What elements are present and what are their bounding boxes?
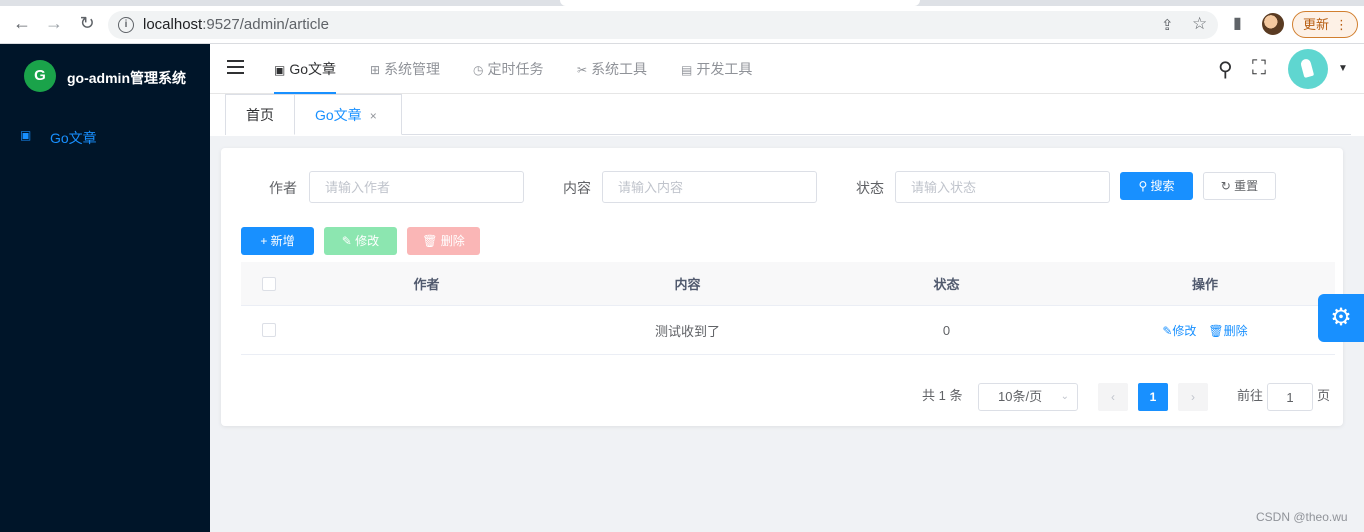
row-select-cell [241, 306, 296, 354]
page-number-1[interactable]: 1 [1138, 383, 1168, 411]
share-icon[interactable]: ⇪ [1161, 16, 1174, 34]
row-edit-link[interactable]: ✎修改 [1162, 322, 1196, 339]
status-input[interactable] [895, 171, 1110, 203]
top-menu-system-management[interactable]: ⊞ 系统管理 [370, 44, 440, 94]
clock-icon: ◷ [473, 63, 484, 77]
delete-button[interactable]: 🗑 删除 [407, 227, 480, 255]
chevron-down-icon: ⌄ [1060, 391, 1069, 402]
system-title: go-admin管理系统 [67, 70, 186, 86]
sidebar-item-go-article[interactable]: ▣ Go文章 [0, 124, 210, 150]
tag-label: 首页 [246, 107, 274, 123]
top-navbar: ▣ Go文章 ⊞ 系统管理 ◷ 定时任务 ✂ 系统工具 ▤ 开发工具 ⚲ ⛶ ▼ [210, 44, 1364, 94]
top-menu-label: 系统工具 [591, 61, 648, 77]
select-all-cell [241, 262, 296, 305]
bookmark-star-icon[interactable]: ☆ [1192, 14, 1207, 34]
add-button[interactable]: + 新增 [241, 227, 314, 255]
logo-icon: G [24, 60, 56, 92]
back-icon[interactable]: ← [13, 14, 31, 32]
chevron-down-icon[interactable]: ▼ [1338, 63, 1348, 74]
fullscreen-icon[interactable]: ⛶ [1252, 57, 1266, 80]
profile-avatar[interactable] [1262, 13, 1284, 35]
page-size-select[interactable]: 10条/页 ⌄ [978, 383, 1078, 411]
content-label: 内容 [563, 180, 591, 196]
column-header-status: 状态 [933, 277, 960, 292]
update-button[interactable]: 更新 ⋮ [1292, 11, 1358, 38]
edit-button[interactable]: ✎ 修改 [324, 227, 397, 255]
more-menu-icon[interactable]: ⋮ [1335, 12, 1348, 37]
status-label: 状态 [856, 180, 884, 196]
side-panel-icon[interactable]: ▮ [1233, 13, 1242, 33]
cell-author [296, 306, 557, 354]
top-menu-scheduled-tasks[interactable]: ◷ 定时任务 [473, 44, 543, 94]
page-size-value: 10条/页 [998, 389, 1043, 404]
select-all-checkbox[interactable] [261, 276, 276, 291]
column-header-content: 内容 [674, 277, 701, 292]
table-header: 作者 内容 状态 操作 [241, 262, 1335, 306]
browser-toolbar: ← → ↻ i localhost:9527/admin/article ⇪ ☆… [0, 0, 1364, 44]
close-icon[interactable]: × [370, 109, 377, 123]
article-card: 作者 内容 状态 ⚲ 搜索 ↻ 重置 + 新增 ✎ 修改 🗑 删除 作者 内容 … [221, 148, 1343, 426]
main-content: 作者 内容 状态 ⚲ 搜索 ↻ 重置 + 新增 ✎ 修改 🗑 删除 作者 内容 … [210, 136, 1364, 532]
grid-icon: ⊞ [370, 63, 381, 77]
search-icon[interactable]: ⚲ [1218, 57, 1233, 82]
url-host: localhost [143, 16, 203, 33]
top-menu-label: 开发工具 [696, 61, 753, 77]
update-label: 更新 [1303, 17, 1330, 32]
cell-actions: ✎修改 🗑删除 [1075, 306, 1335, 354]
browser-tabstrip [0, 0, 1364, 6]
prev-page-button[interactable]: ‹ [1098, 383, 1128, 411]
sidebar: G go-admin管理系统 ▣ Go文章 [0, 44, 210, 532]
column-header-author: 作者 [413, 277, 440, 292]
row-checkbox[interactable] [261, 323, 276, 337]
tag-go-article[interactable]: Go文章 × [294, 94, 402, 135]
column-header-actions: 操作 [1191, 277, 1218, 292]
url-path: :9527/admin/article [202, 16, 329, 33]
site-info-icon[interactable]: i [118, 17, 134, 33]
author-label: 作者 [269, 180, 297, 196]
settings-gear-icon[interactable]: ⚙ [1318, 294, 1364, 342]
browser-active-tab[interactable] [560, 0, 920, 6]
reload-icon[interactable]: ↻ [78, 14, 96, 32]
table-row: 测试收到了 0 ✎修改 🗑删除 [241, 306, 1335, 355]
goto-prefix: 前往 [1237, 388, 1264, 403]
tag-home[interactable]: 首页 [225, 94, 295, 135]
tag-label: Go文章 [315, 107, 362, 123]
top-menu-go-article[interactable]: ▣ Go文章 [274, 44, 337, 94]
watermark: CSDN @theo.wu [1256, 510, 1348, 524]
top-menu-system-tools[interactable]: ✂ 系统工具 [577, 44, 647, 94]
hamburger-icon[interactable] [227, 60, 244, 74]
search-button[interactable]: ⚲ 搜索 [1120, 172, 1193, 200]
content-input[interactable] [602, 171, 817, 203]
row-delete-link[interactable]: 🗑删除 [1208, 322, 1247, 339]
top-menu-label: Go文章 [289, 61, 337, 77]
author-input[interactable] [309, 171, 524, 203]
address-bar[interactable]: i localhost:9527/admin/article ⇪ ☆ [108, 11, 1218, 39]
top-menu-label: 系统管理 [384, 61, 441, 77]
article-icon: ▣ [274, 63, 286, 77]
code-icon: ▤ [681, 63, 693, 77]
url-text[interactable]: localhost:9527/admin/article [143, 16, 329, 33]
forward-icon[interactable]: → [45, 14, 63, 32]
tags-view: 首页 Go文章 × [210, 94, 1364, 136]
reset-button[interactable]: ↻ 重置 [1203, 172, 1276, 200]
article-icon: ▣ [20, 128, 32, 142]
tools-icon: ✂ [577, 63, 588, 77]
top-menu-dev-tools[interactable]: ▤ 开发工具 [681, 44, 752, 94]
top-menu-label: 定时任务 [487, 61, 544, 77]
cell-status: 0 [942, 322, 951, 338]
sidebar-item-label: Go文章 [50, 130, 97, 146]
goto-suffix: 页 [1317, 388, 1331, 403]
goto-page-input[interactable] [1267, 383, 1313, 411]
next-page-button[interactable]: › [1178, 383, 1208, 411]
total-count: 共 1 条 [922, 388, 963, 403]
user-avatar[interactable] [1288, 49, 1328, 89]
cell-content: 测试收到了 [654, 323, 720, 339]
